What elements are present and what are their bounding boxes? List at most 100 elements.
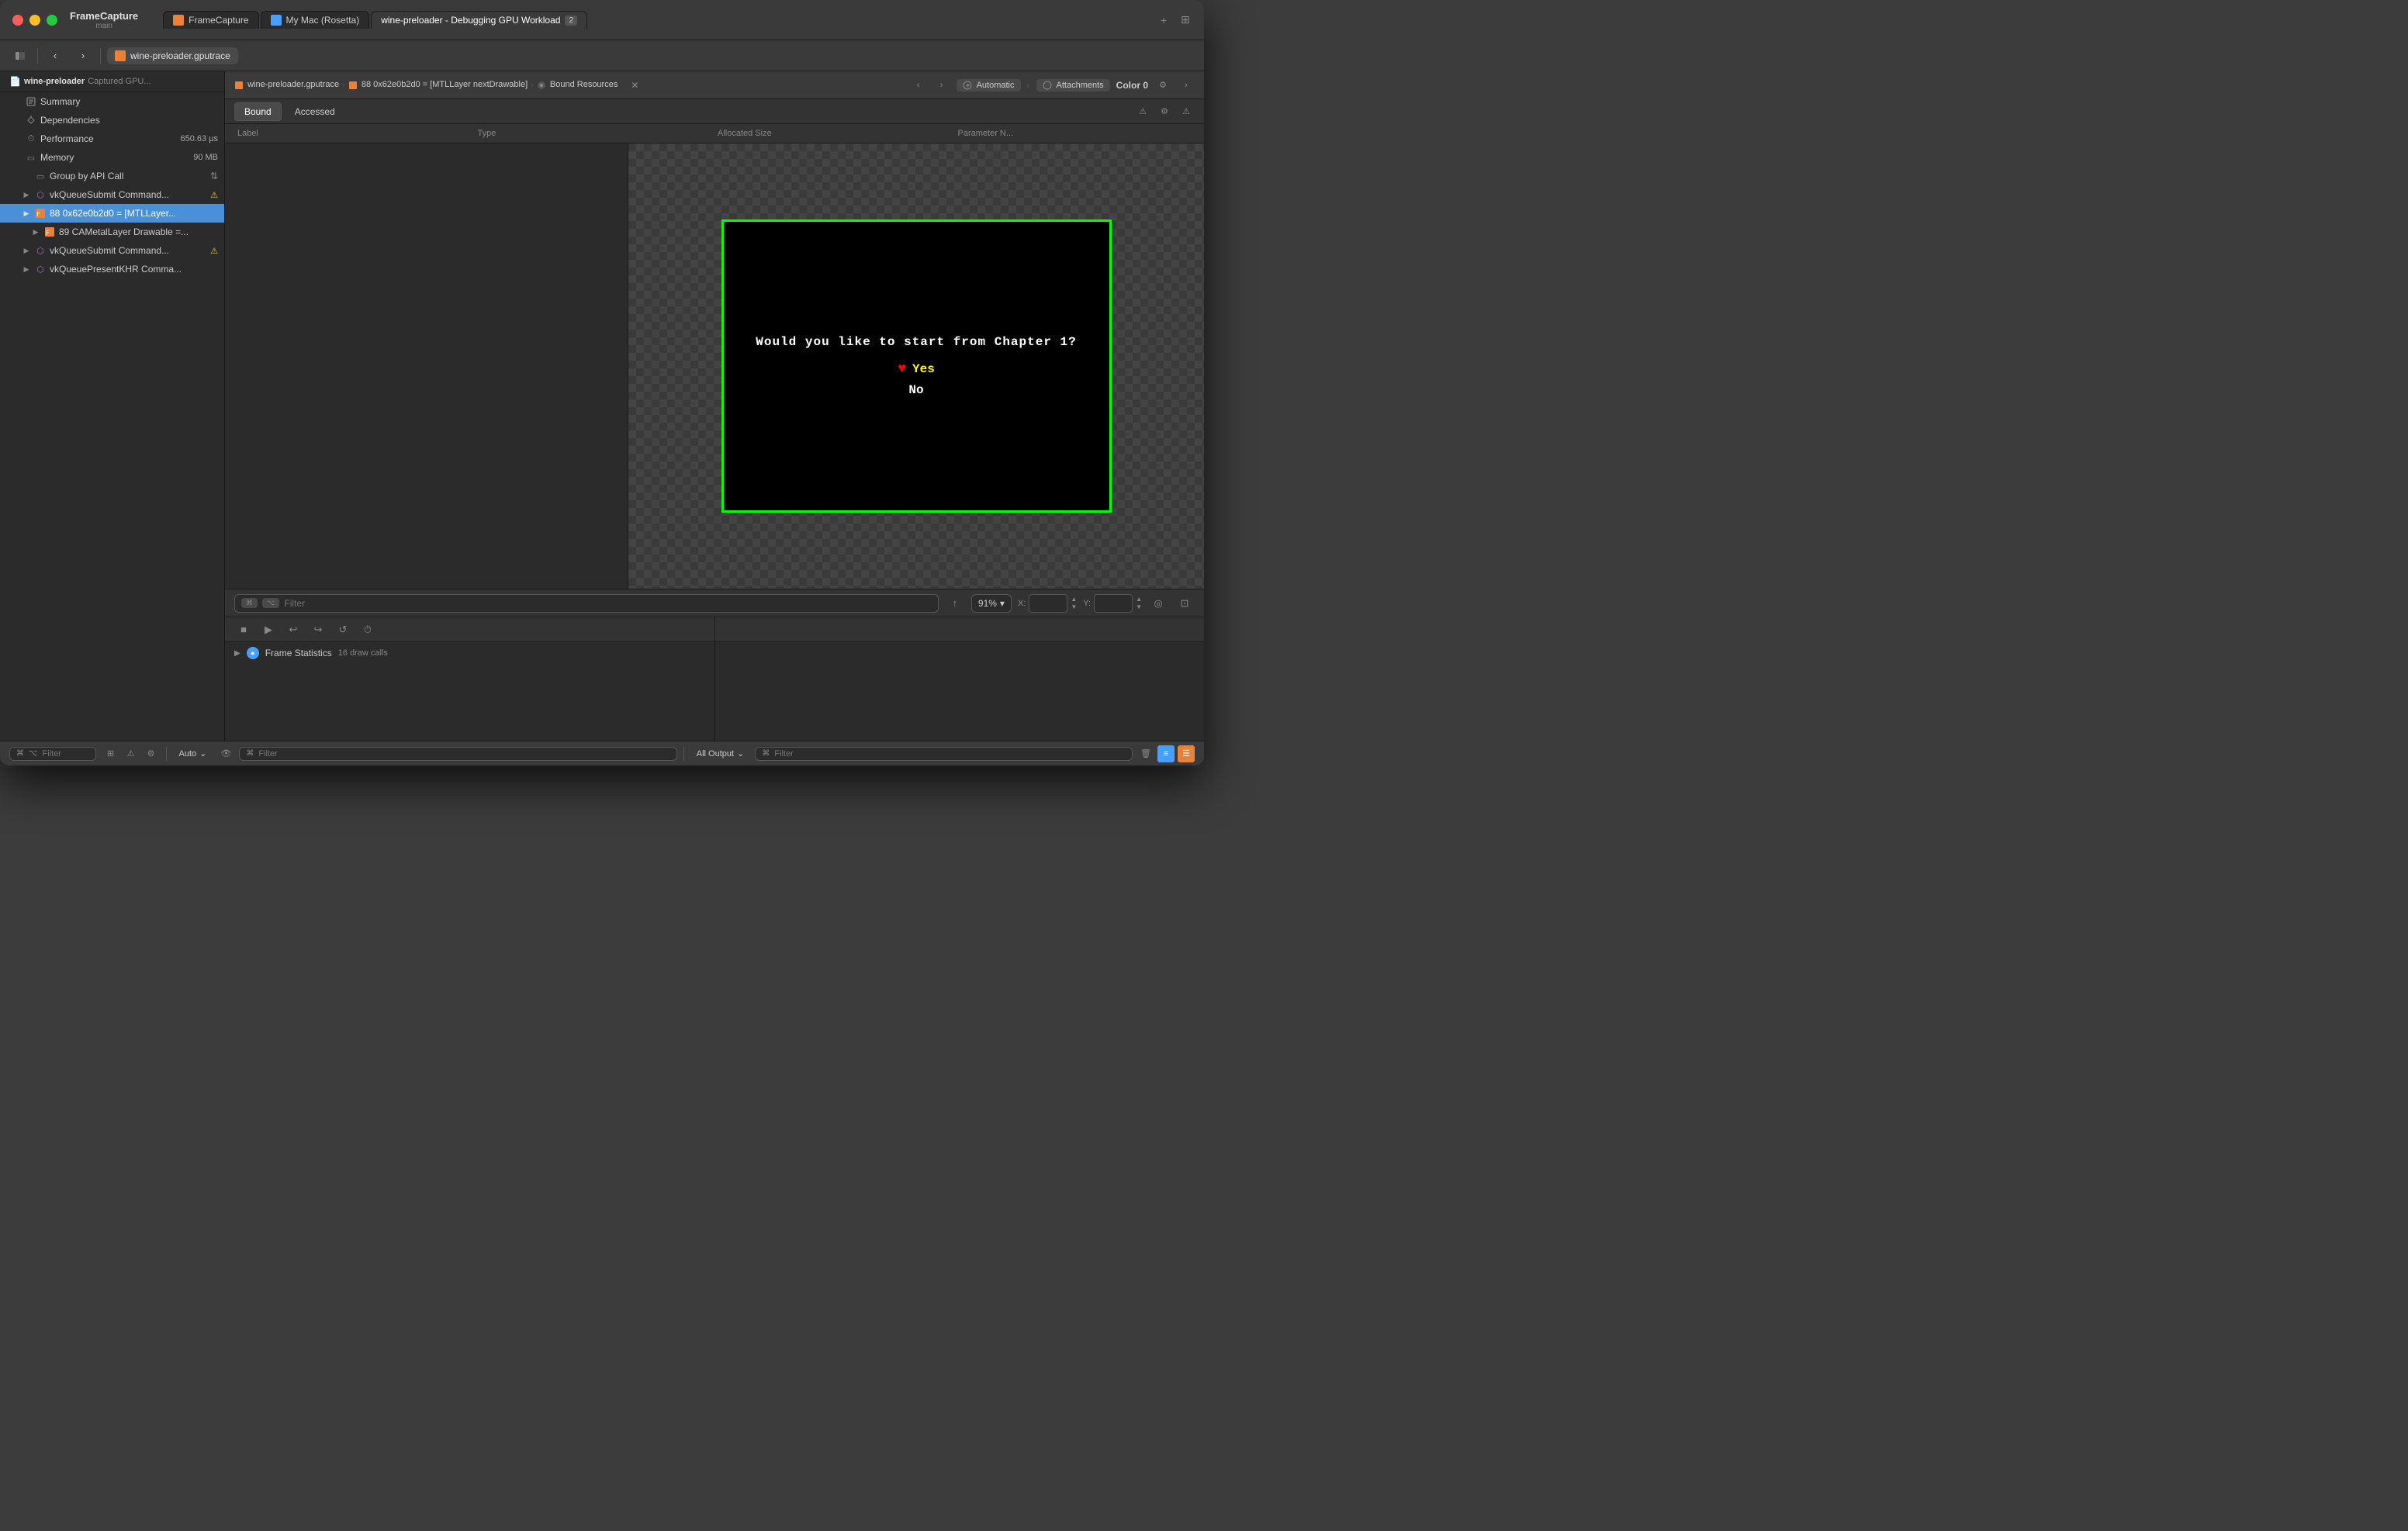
- close-button[interactable]: [12, 15, 23, 26]
- x-coord-input: X: ▲ ▼: [1018, 594, 1077, 613]
- sidebar-item-cametallayer[interactable]: ▶ F 89 CAMetalLayer Drawable =...: [0, 223, 224, 241]
- y-label: Y:: [1083, 599, 1091, 608]
- bottom-left-toolbar: ■ ▶ ↩ ↪ ↺ ⏱: [225, 617, 714, 642]
- color-label: Color 0: [1116, 80, 1148, 91]
- sidebar-item-performance[interactable]: ⏱ Performance 650.63 µs: [0, 130, 224, 148]
- minimize-button[interactable]: [29, 15, 40, 26]
- nav-back-button[interactable]: ‹: [44, 45, 66, 67]
- tab-accessed[interactable]: Accessed: [285, 102, 345, 121]
- footer-right-filter-input[interactable]: [774, 749, 1126, 759]
- sidebar-item-memory[interactable]: ▭ Memory 90 MB: [0, 148, 224, 167]
- tab-bar: FrameCapture My Mac (Rosetta) wine-prelo…: [163, 11, 1151, 29]
- toolbar-divider-1: [37, 48, 38, 64]
- all-output-dropdown[interactable]: All Output ⌄: [690, 747, 751, 760]
- footer-icon-list[interactable]: ⊞: [102, 745, 119, 762]
- footer-right-section: All Output ⌄ ⌘ 🗑 ≡ ☰: [690, 745, 1195, 762]
- sidebar-item-dependencies[interactable]: Dependencies: [0, 111, 224, 130]
- game-yes-label: Yes: [912, 362, 935, 376]
- y-stepper[interactable]: ▲ ▼: [1136, 596, 1142, 610]
- tab-framecapture[interactable]: FrameCapture: [163, 11, 258, 29]
- y-coord-input: Y: ▲ ▼: [1083, 594, 1142, 613]
- split-pane: Would you like to start from Chapter 1? …: [225, 143, 1204, 589]
- panel-chevron-button[interactable]: ›: [1178, 77, 1195, 94]
- tab-mymac[interactable]: My Mac (Rosetta): [261, 11, 370, 29]
- sidebar-item-vkqueue3[interactable]: ▶ ⬡ vkQueuePresentKHR Comma...: [0, 260, 224, 278]
- pb-sep-2: ›: [531, 81, 534, 90]
- footer-left-filter: ⌘ ⌥: [9, 747, 96, 761]
- table-area: Label Type Allocated Size Parameter N...: [225, 124, 1204, 589]
- footer-eye-icon[interactable]: 👁: [217, 745, 234, 762]
- table-header: Label Type Allocated Size Parameter N...: [225, 124, 1204, 143]
- tab-settings-icon[interactable]: ⚙: [1156, 103, 1173, 120]
- x-step-down[interactable]: ▼: [1071, 603, 1077, 611]
- y-step-up[interactable]: ▲: [1136, 596, 1142, 603]
- cametallayer-icon: F: [43, 226, 56, 238]
- panel-nav-back[interactable]: ‹: [910, 77, 927, 94]
- frame-stats-row[interactable]: ▶ ● Frame Statistics 16 draw calls: [225, 642, 714, 664]
- auto-dropdown[interactable]: Auto ⌄: [173, 747, 213, 760]
- filter-upload-button[interactable]: ↑: [945, 593, 965, 613]
- frame-stats-icon: ●: [247, 647, 259, 659]
- toggle-orange-button[interactable]: ☰: [1178, 745, 1195, 762]
- bt-btn-play[interactable]: ▶: [259, 620, 278, 639]
- breadcrumb-sub: Captured GPU...: [88, 77, 150, 86]
- filter-input[interactable]: [284, 598, 932, 609]
- attachments-dropdown[interactable]: Attachments: [1036, 79, 1110, 92]
- sidebar-item-summary[interactable]: Summary: [0, 92, 224, 111]
- footer-center-filter-input[interactable]: [258, 749, 669, 759]
- zoom-selector[interactable]: 91% ▾: [971, 594, 1012, 613]
- trash-button[interactable]: 🗑: [1137, 745, 1154, 762]
- y-field[interactable]: [1094, 594, 1133, 613]
- sidebar-item-group-by-api[interactable]: ▭ Group by API Call ⇅: [0, 167, 224, 185]
- footer-icon-settings[interactable]: ⚙: [143, 745, 160, 762]
- x-step-up[interactable]: ▲: [1071, 596, 1077, 603]
- target-icon-button[interactable]: ◎: [1148, 593, 1168, 613]
- filter-bar: ⌘ ⌥ ↑ 91% ▾ X: ▲ ▼: [225, 589, 1204, 617]
- tab-bound[interactable]: Bound: [234, 102, 282, 121]
- group-icon: ▭: [34, 170, 47, 182]
- filter-tag: ⌘: [241, 598, 258, 608]
- sidebar-item-vkqueue1[interactable]: ▶ ⬡ vkQueueSubmit Command... ⚠: [0, 185, 224, 204]
- footer-sep-1: [166, 747, 167, 761]
- maximize-button[interactable]: [47, 15, 57, 26]
- tab-label-mymac: My Mac (Rosetta): [286, 15, 360, 26]
- camera-icon-button[interactable]: ⊡: [1175, 593, 1195, 613]
- th-label: Label: [234, 127, 475, 140]
- panel-settings-button[interactable]: ⚙: [1154, 77, 1171, 94]
- breadcrumb-app: wine-preloader: [24, 77, 85, 86]
- x-field[interactable]: [1029, 594, 1067, 613]
- dependencies-label: Dependencies: [40, 115, 218, 126]
- sidebar-item-vkqueue2[interactable]: ▶ ⬡ vkQueueSubmit Command... ⚠: [0, 241, 224, 260]
- th-param: Parameter N...: [955, 127, 1195, 140]
- tab-workload[interactable]: wine-preloader - Debugging GPU Workload …: [371, 11, 587, 29]
- game-question-text: Would you like to start from Chapter 1?: [756, 335, 1076, 349]
- automatic-dropdown[interactable]: Automatic: [957, 79, 1021, 92]
- panel-breadcrumb: wine-preloader.gputrace › 88 0x62e0b2d0 …: [234, 80, 618, 89]
- y-step-down[interactable]: ▼: [1136, 603, 1142, 611]
- footer-left-filter-input[interactable]: [43, 749, 89, 759]
- file-tab[interactable]: wine-preloader.gputrace: [107, 47, 238, 64]
- layout-toggle-button[interactable]: ⊞: [1179, 14, 1192, 26]
- sidebar-toggle-button[interactable]: [9, 45, 31, 67]
- dependencies-chevron: [12, 116, 22, 125]
- sidebar-item-mtllayer[interactable]: ▶ F 88 0x62e0b2d0 = [MTLLayer...: [0, 204, 224, 223]
- toggle-blue-button[interactable]: ≡: [1157, 745, 1175, 762]
- bt-btn-stepback[interactable]: ↩: [284, 620, 303, 639]
- svg-text:F: F: [36, 211, 40, 218]
- app-subtitle: main: [95, 22, 112, 30]
- panel-close-button[interactable]: ✕: [628, 79, 641, 92]
- bt-btn-stop[interactable]: ■: [234, 620, 253, 639]
- bt-btn-timer[interactable]: ⏱: [358, 620, 377, 639]
- footer-center-section: Auto ⌄ 👁 ⌘: [173, 745, 677, 762]
- app-title-section: FrameCapture main: [70, 10, 141, 30]
- bt-btn-stepforward[interactable]: ↪: [309, 620, 327, 639]
- footer-right-icons: 🗑 ≡ ☰: [1137, 745, 1195, 762]
- add-tab-button[interactable]: +: [1157, 14, 1170, 26]
- vkqueue2-chevron: ▶: [22, 246, 31, 255]
- bt-btn-refresh[interactable]: ↺: [334, 620, 352, 639]
- app-title: FrameCapture: [70, 10, 138, 22]
- panel-nav-forward[interactable]: ›: [933, 77, 950, 94]
- nav-forward-button[interactable]: ›: [72, 45, 94, 67]
- x-stepper[interactable]: ▲ ▼: [1071, 596, 1077, 610]
- game-content: Would you like to start from Chapter 1? …: [756, 335, 1076, 397]
